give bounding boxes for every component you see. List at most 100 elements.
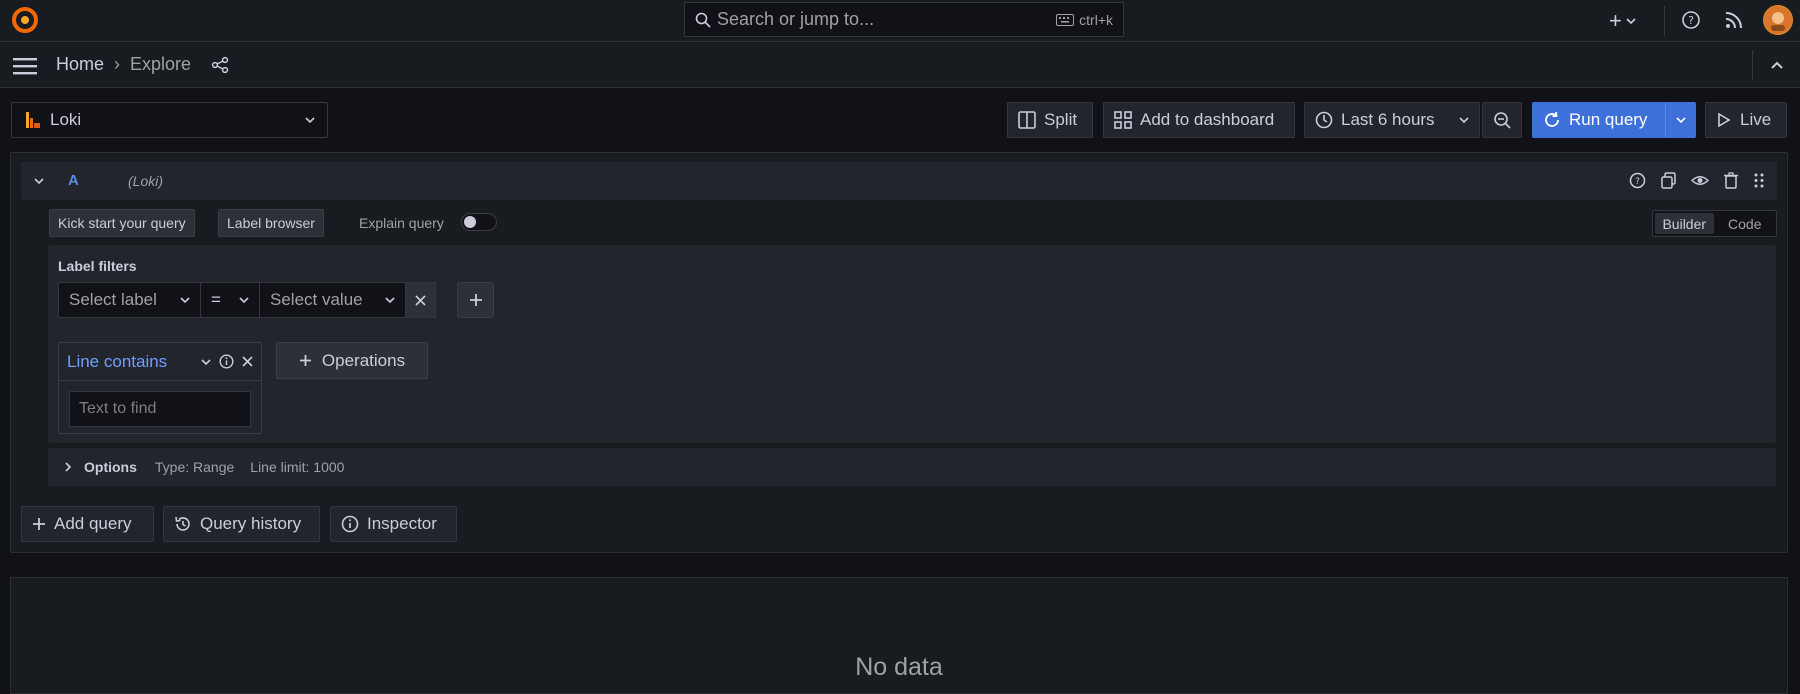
split-icon [1018, 111, 1036, 129]
clock-icon [1315, 111, 1333, 129]
run-query-button[interactable]: Run query [1532, 102, 1696, 138]
loki-logo-icon [24, 110, 42, 130]
datasource-picker[interactable]: Loki [11, 102, 328, 138]
live-button[interactable]: Live [1705, 102, 1787, 138]
chevron-down-icon [385, 296, 395, 304]
close-icon[interactable] [242, 356, 253, 367]
options-label: Options [84, 459, 137, 475]
code-mode-tab[interactable]: Code [1716, 213, 1775, 234]
query-datasource-tag: (Loki) [128, 173, 164, 189]
explain-query-toggle[interactable] [461, 213, 497, 231]
select-value-dropdown[interactable]: Select value [260, 282, 406, 318]
collapse-chevron-icon[interactable] [34, 177, 44, 185]
breadcrumb-home[interactable]: Home [56, 54, 104, 75]
grafana-logo-icon[interactable] [11, 6, 39, 34]
new-menu-button[interactable]: + [1609, 8, 1636, 34]
operation-header: Line contains [59, 343, 261, 381]
info-icon[interactable] [219, 354, 234, 369]
svg-text:?: ? [1635, 177, 1640, 187]
text-to-find-input[interactable]: Text to find [69, 391, 251, 427]
line-contains-operation: Line contains Text to find [58, 342, 262, 434]
add-to-dashboard-label: Add to dashboard [1140, 110, 1275, 129]
zoom-out-icon [1493, 111, 1511, 129]
query-history-button[interactable]: Query history [163, 506, 320, 542]
add-query-button[interactable]: Add query [21, 506, 154, 542]
label-filters-title: Label filters [58, 258, 137, 274]
history-icon [174, 515, 192, 533]
no-data-message: No data [855, 653, 943, 681]
help-icon[interactable]: ? [1629, 172, 1646, 189]
breadcrumb-separator: › [114, 54, 121, 74]
breadcrumb-explore: Explore [130, 54, 192, 74]
operations-label: Operations [321, 350, 406, 370]
chevron-down-icon [239, 296, 249, 304]
time-range-picker[interactable]: Last 6 hours [1304, 102, 1480, 138]
explain-query-label: Explain query [359, 215, 444, 231]
user-avatar[interactable] [1763, 5, 1793, 35]
plus-icon [469, 293, 483, 307]
top-bar: Search or jump to... ctrl+k + ? [0, 0, 1800, 42]
split-label: Split [1044, 110, 1078, 129]
search-shortcut-label: ctrl+k [1079, 11, 1113, 28]
select-label-dropdown[interactable]: Select label [58, 282, 201, 318]
info-icon [341, 515, 359, 533]
help-icon[interactable]: ? [1681, 10, 1701, 30]
add-to-dashboard-button[interactable]: Add to dashboard [1103, 102, 1295, 138]
query-options-row[interactable]: Options Type: Range Line limit: 1000 [48, 448, 1776, 486]
zoom-out-button[interactable] [1482, 102, 1522, 138]
duplicate-icon[interactable] [1660, 172, 1677, 189]
label-browser-button[interactable]: Label browser [218, 209, 324, 237]
nav-bar: Home › Explore [0, 42, 1800, 88]
line-contains-label[interactable]: Line contains [67, 352, 167, 372]
kick-start-query-button[interactable]: Kick start your query [49, 209, 195, 237]
query-row-header: A (Loki) ? [21, 162, 1777, 200]
chevron-down-icon [305, 116, 315, 124]
inspector-button[interactable]: Inspector [330, 506, 457, 542]
search-shortcut: ctrl+k [1056, 12, 1113, 28]
play-icon [1716, 112, 1732, 128]
label-filter-row: Select label = Select value [58, 282, 436, 318]
drag-handle-icon[interactable] [1753, 172, 1765, 189]
navbar-divider [1752, 50, 1753, 80]
chevron-down-icon [1626, 17, 1636, 25]
editor-mode-switch: Builder Code [1652, 210, 1777, 237]
share-icon[interactable] [211, 56, 229, 74]
refresh-icon [1543, 111, 1561, 129]
plus-icon [299, 354, 312, 367]
query-history-label: Query history [200, 514, 302, 533]
chevron-up-icon[interactable] [1770, 60, 1784, 70]
options-line-limit: Line limit: 1000 [250, 459, 345, 475]
add-query-label: Add query [54, 514, 132, 533]
add-filter-button[interactable] [457, 282, 494, 318]
news-feed-icon[interactable] [1724, 10, 1744, 30]
select-label-text: Select label [69, 290, 157, 309]
search-icon [695, 12, 711, 28]
search-input[interactable]: Search or jump to... ctrl+k [684, 2, 1124, 37]
toggle-knob [464, 216, 476, 228]
menu-icon[interactable] [13, 57, 37, 75]
svg-text:?: ? [1688, 14, 1694, 27]
plus-icon: + [1609, 8, 1622, 33]
chevron-right-icon [64, 462, 72, 472]
operations-button[interactable]: Operations [276, 342, 428, 379]
search-placeholder: Search or jump to... [717, 9, 875, 29]
time-range-label: Last 6 hours [1341, 110, 1435, 129]
close-icon [415, 294, 426, 306]
text-to-find-placeholder: Text to find [79, 400, 157, 417]
builder-mode-tab[interactable]: Builder [1655, 213, 1714, 234]
chevron-down-icon [180, 296, 190, 304]
trash-icon[interactable] [1723, 172, 1739, 189]
operator-dropdown[interactable]: = [201, 282, 260, 318]
plus-icon [32, 517, 46, 531]
keyboard-icon [1056, 13, 1075, 26]
remove-filter-button[interactable] [406, 282, 436, 318]
chevron-down-icon[interactable] [201, 358, 211, 366]
options-type: Type: Range [154, 459, 235, 475]
split-button[interactable]: Split [1007, 102, 1093, 138]
run-query-options[interactable] [1665, 103, 1695, 137]
query-ref-id[interactable]: A [68, 172, 79, 189]
breadcrumb: Home › Explore [56, 54, 229, 75]
topbar-divider [1664, 6, 1665, 36]
chevron-down-icon [1459, 116, 1469, 124]
eye-icon[interactable] [1691, 172, 1709, 189]
